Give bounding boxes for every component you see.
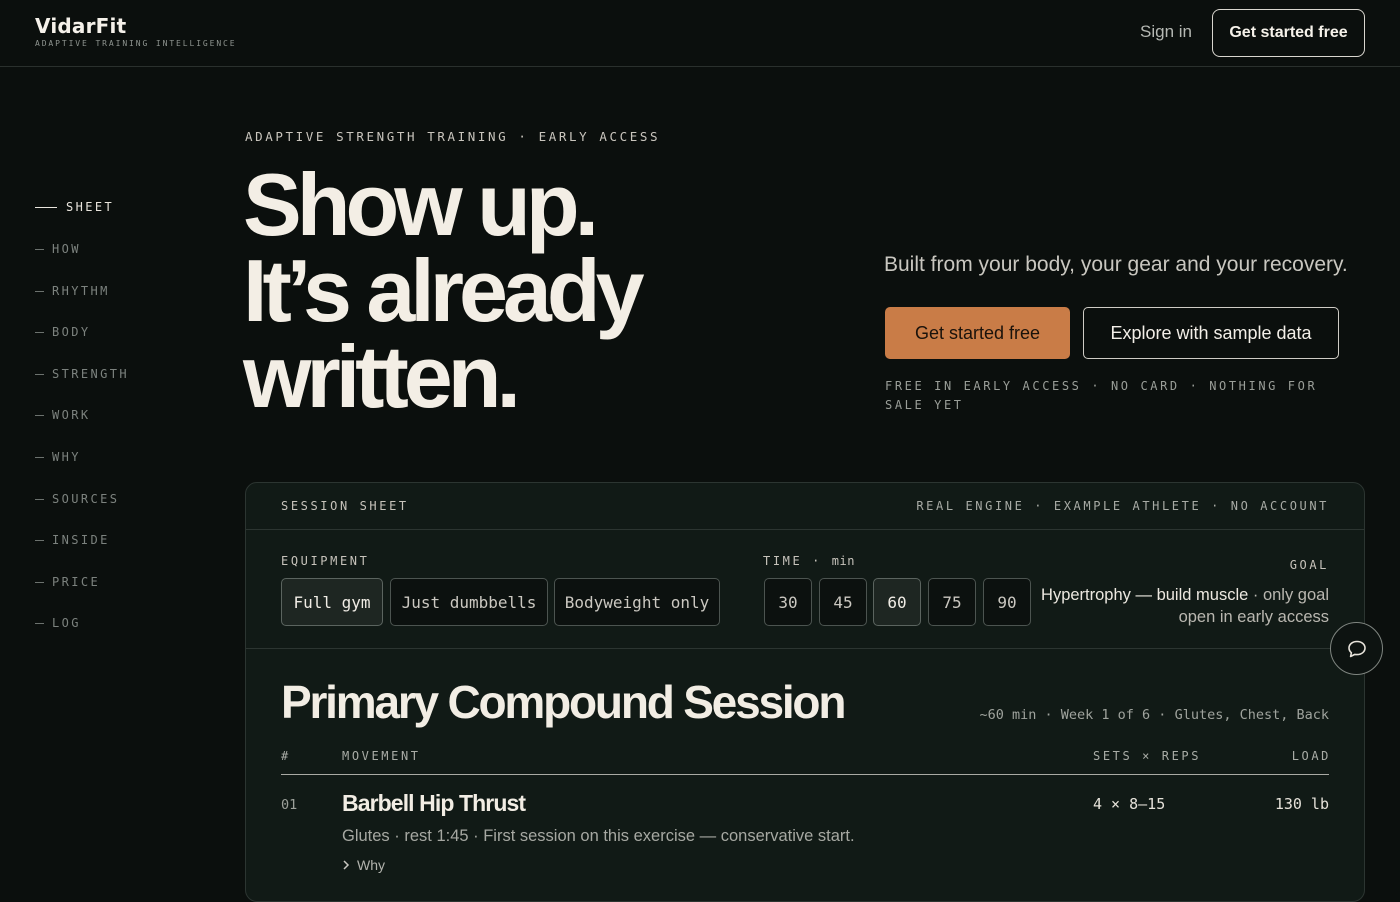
nav-item-why[interactable]: WHY <box>35 450 81 464</box>
equipment-option-bodyweight-only[interactable]: Bodyweight only <box>554 578 720 626</box>
nav-dash <box>35 331 44 333</box>
time-unit: min <box>831 554 855 568</box>
header-get-started-button[interactable]: Get started free <box>1212 9 1365 57</box>
nav-label: HOW <box>52 242 81 256</box>
nav-item-strength[interactable]: STRENGTH <box>35 367 129 381</box>
equipment-label: EQUIPMENT <box>281 554 370 568</box>
nav-item-work[interactable]: WORK <box>35 408 91 422</box>
nav-item-rhythm[interactable]: RHYTHM <box>35 284 110 298</box>
time-label-text: TIME <box>763 554 803 568</box>
headline-line-3: written. <box>243 327 521 426</box>
load-value: 130 lb <box>1274 795 1329 813</box>
nav-dash <box>35 539 44 541</box>
column-load: LOAD <box>1291 749 1331 763</box>
sheet-title: SESSION SHEET <box>281 499 409 513</box>
nav-label: PRICE <box>52 575 101 589</box>
time-option-75[interactable]: 75 <box>928 578 976 626</box>
time-label: TIME · min <box>763 554 855 568</box>
explore-sample-data-button[interactable]: Explore with sample data <box>1083 307 1339 359</box>
nav-label: STRENGTH <box>52 367 129 381</box>
time-option-60[interactable]: 60 <box>873 578 921 626</box>
hero-eyebrow: ADAPTIVE STRENGTH TRAINING · EARLY ACCES… <box>245 129 661 144</box>
nav-dash <box>35 248 44 250</box>
goal-label: GOAL <box>1289 558 1329 572</box>
column-number: # <box>281 749 291 763</box>
nav-dash <box>35 581 44 583</box>
nav-label: WHY <box>52 450 81 464</box>
row-number: 01 <box>281 797 298 813</box>
session-sheet: SESSION SHEET REAL ENGINE · EXAMPLE ATHL… <box>245 482 1365 902</box>
chevron-right-icon <box>343 860 350 870</box>
nav-item-sheet[interactable]: SHEET <box>35 200 114 214</box>
nav-dash <box>35 290 44 292</box>
sets-reps: 4 × 8–15 <box>1093 795 1166 813</box>
column-sets-reps: SETS × REPS <box>1093 749 1202 763</box>
nav-dash <box>35 498 44 500</box>
nav-dash <box>35 622 44 624</box>
top-bar: VidarFit ADAPTIVE TRAINING INTELLIGENCE … <box>0 0 1400 67</box>
goal-value: Hypertrophy — build muscle · only goal o… <box>1039 584 1329 628</box>
nav-label: LOG <box>52 616 81 630</box>
exercise-table-header: # MOVEMENT SETS × REPS LOAD <box>281 747 1329 775</box>
why-toggle[interactable]: Why <box>342 857 385 873</box>
session-title: Primary Compound Session <box>281 676 846 728</box>
column-movement: MOVEMENT <box>342 749 421 763</box>
nav-item-body[interactable]: BODY <box>35 325 91 339</box>
sheet-meta: REAL ENGINE · EXAMPLE ATHLETE · NO ACCOU… <box>916 499 1329 513</box>
brand-name: VidarFit <box>35 14 127 38</box>
nav-item-sources[interactable]: SOURCES <box>35 492 119 506</box>
sheet-header: SESSION SHEET REAL ENGINE · EXAMPLE ATHL… <box>246 483 1364 530</box>
nav-item-price[interactable]: PRICE <box>35 575 100 589</box>
sign-in-link[interactable]: Sign in <box>1140 22 1192 42</box>
hero-subhead: Built from your body, your gear and your… <box>884 253 1348 276</box>
session-controls: EQUIPMENT Full gym Just dumbbells Bodywe… <box>246 530 1364 649</box>
nav-dash <box>35 373 44 375</box>
hero-fine-print: FREE IN EARLY ACCESS · NO CARD · NOTHING… <box>885 379 1318 412</box>
equipment-option-full-gym[interactable]: Full gym <box>281 578 383 626</box>
headline-line-1: Show up. <box>243 155 599 254</box>
time-option-90[interactable]: 90 <box>983 578 1031 626</box>
nav-label: INSIDE <box>52 533 110 547</box>
goal-name: Hypertrophy — build muscle <box>1041 586 1249 604</box>
movement-name: Barbell Hip Thrust <box>342 790 526 816</box>
time-option-30[interactable]: 30 <box>764 578 812 626</box>
movement-description: Glutes · rest 1:45 · First session on th… <box>342 827 855 845</box>
equipment-option-just-dumbbells[interactable]: Just dumbbells <box>390 578 548 626</box>
nav-dash <box>35 206 57 208</box>
chat-button[interactable] <box>1330 622 1383 675</box>
brand[interactable]: VidarFit ADAPTIVE TRAINING INTELLIGENCE <box>35 14 237 48</box>
hero-headline: Show up. It’s already written. <box>243 155 645 426</box>
why-label: Why <box>357 857 385 873</box>
nav-item-inside[interactable]: INSIDE <box>35 533 110 547</box>
nav-label: RHYTHM <box>52 284 110 298</box>
session-meta: ~60 min · Week 1 of 6 · Glutes, Chest, B… <box>979 707 1330 723</box>
get-started-button[interactable]: Get started free <box>885 307 1070 359</box>
headline-line-2: It’s already <box>243 241 645 340</box>
nav-item-log[interactable]: LOG <box>35 616 81 630</box>
nav-label: SOURCES <box>52 492 120 506</box>
nav-dash <box>35 414 44 416</box>
time-option-45[interactable]: 45 <box>819 578 867 626</box>
nav-label: WORK <box>52 408 91 422</box>
nav-label: SHEET <box>66 200 115 214</box>
nav-item-how[interactable]: HOW <box>35 242 81 256</box>
chat-bubble-icon <box>1347 640 1366 657</box>
nav-dash <box>35 456 44 458</box>
brand-tagline: ADAPTIVE TRAINING INTELLIGENCE <box>35 39 237 48</box>
nav-label: BODY <box>52 325 91 339</box>
